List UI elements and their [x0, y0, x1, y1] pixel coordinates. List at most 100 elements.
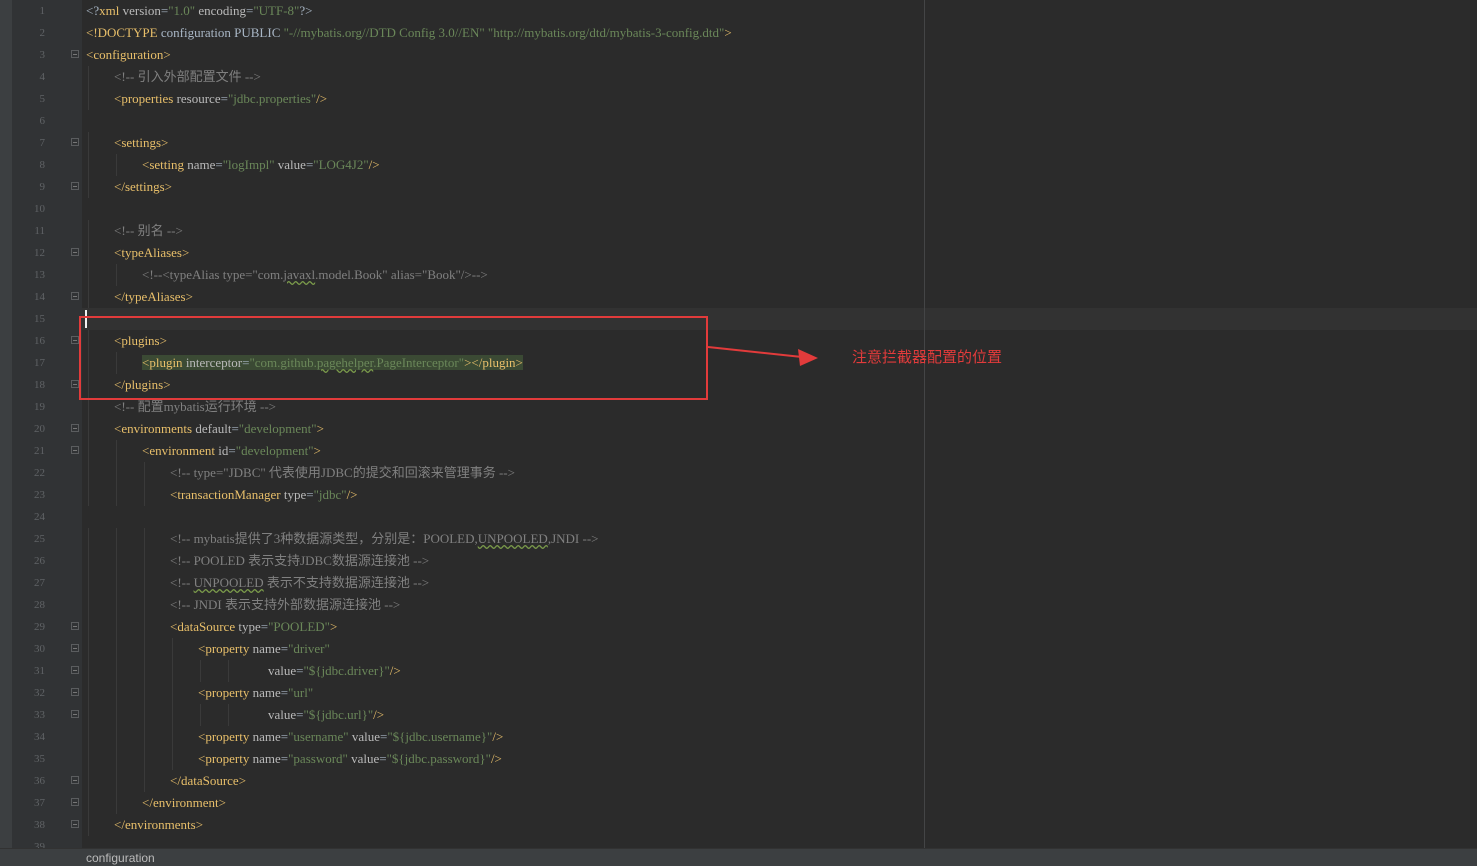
fold-toggle-icon[interactable] — [71, 292, 79, 300]
fold-toggle-icon[interactable] — [71, 644, 79, 652]
code-line[interactable]: 36 </dataSource> — [0, 770, 1477, 792]
fold-toggle-icon[interactable] — [71, 798, 79, 806]
code-line[interactable]: 20 <environments default="development"> — [0, 418, 1477, 440]
code-text[interactable]: value="${jdbc.driver}"/> — [268, 660, 401, 682]
code-text[interactable]: <property name="driver" — [198, 638, 330, 660]
code-line[interactable]: 21 <environment id="development"> — [0, 440, 1477, 462]
code-text[interactable]: <configuration> — [86, 44, 171, 66]
fold-toggle-icon[interactable] — [71, 138, 79, 146]
code-line[interactable]: 13 <!--<typeAlias type="com.javaxl.model.… — [0, 264, 1477, 286]
code-line[interactable]: 7 <settings> — [0, 132, 1477, 154]
code-line[interactable]: 2 <!DOCTYPE configuration PUBLIC "-//myba… — [0, 22, 1477, 44]
code-text[interactable]: <!DOCTYPE configuration PUBLIC "-//mybat… — [86, 22, 732, 44]
code-text[interactable]: <setting name="logImpl" value="LOG4J2"/> — [142, 154, 380, 176]
code-text[interactable]: <!-- 引入外部配置文件 --> — [114, 66, 261, 88]
fold-toggle-icon[interactable] — [71, 424, 79, 432]
fold-toggle-icon[interactable] — [71, 248, 79, 256]
code-text[interactable]: <property name="password" value="${jdbc.… — [198, 748, 502, 770]
code-line[interactable]: 32 <property name="url" — [0, 682, 1477, 704]
code-text[interactable]: <!-- UNPOOLED 表示不支持数据源连接池 --> — [170, 572, 429, 594]
code-text[interactable]: <!-- 别名 --> — [114, 220, 183, 242]
fold-toggle-icon[interactable] — [71, 336, 79, 344]
token: <typeAliases> — [114, 245, 190, 260]
token: configuration PUBLIC — [160, 25, 284, 40]
code-line[interactable]: 5 <properties resource="jdbc.properties"/… — [0, 88, 1477, 110]
code-text[interactable]: <transactionManager type="jdbc"/> — [170, 484, 358, 506]
code-line[interactable]: 35 <property name="password" value="${jdb… — [0, 748, 1477, 770]
line-number: 38 — [34, 819, 45, 831]
code-line[interactable]: 30 <property name="driver" — [0, 638, 1477, 660]
code-line[interactable]: 38 </environments> — [0, 814, 1477, 836]
fold-toggle-icon[interactable] — [71, 50, 79, 58]
code-text[interactable]: <!-- JNDI 表示支持外部数据源连接池 --> — [170, 594, 400, 616]
code-lines[interactable]: 1 <?xml version="1.0" encoding="UTF-8"?> 2… — [0, 0, 1477, 848]
code-text[interactable]: <!-- mybatis提供了3种数据源类型，分别是：POOLED,UNPOOL… — [170, 528, 598, 550]
line-number: 10 — [34, 203, 45, 215]
code-line[interactable]: 4 <!-- 引入外部配置文件 --> — [0, 66, 1477, 88]
code-line[interactable]: 9 </settings> — [0, 176, 1477, 198]
code-line[interactable]: 11 <!-- 别名 --> — [0, 220, 1477, 242]
code-line[interactable]: 22 <!-- type="JDBC" 代表使用JDBC的提交和回滚来管理事务 -… — [0, 462, 1477, 484]
code-text[interactable]: <settings> — [114, 132, 168, 154]
indent-guide — [144, 528, 145, 550]
code-line[interactable]: 31 value="${jdbc.driver}"/> — [0, 660, 1477, 682]
token: "LOG4J2" — [313, 157, 369, 172]
code-text[interactable]: <environments default="development"> — [114, 418, 324, 440]
code-text[interactable]: <!-- POOLED 表示支持JDBC数据源连接池 --> — [170, 550, 429, 572]
code-line[interactable]: 6 — [0, 110, 1477, 132]
code-text[interactable]: </typeAliases> — [114, 286, 193, 308]
code-text[interactable]: <dataSource type="POOLED"> — [170, 616, 337, 638]
code-line[interactable]: 24 — [0, 506, 1477, 528]
code-text[interactable]: <?xml version="1.0" encoding="UTF-8"?> — [86, 0, 312, 22]
indent-guide — [116, 594, 117, 616]
code-line[interactable]: 14 </typeAliases> — [0, 286, 1477, 308]
token: <properties — [114, 91, 177, 106]
code-text[interactable]: </dataSource> — [170, 770, 246, 792]
code-text[interactable]: <environment id="development"> — [142, 440, 321, 462]
fold-toggle-icon[interactable] — [71, 710, 79, 718]
code-line[interactable]: 8 <setting name="logImpl" value="LOG4J2"/… — [0, 154, 1477, 176]
fold-toggle-icon[interactable] — [71, 666, 79, 674]
line-number: 25 — [34, 533, 45, 545]
code-text[interactable]: <properties resource="jdbc.properties"/> — [114, 88, 327, 110]
code-line[interactable]: 27 <!-- UNPOOLED 表示不支持数据源连接池 --> — [0, 572, 1477, 594]
fold-toggle-icon[interactable] — [71, 622, 79, 630]
code-text[interactable]: <typeAliases> — [114, 242, 189, 264]
fold-toggle-icon[interactable] — [71, 776, 79, 784]
fold-toggle-icon[interactable] — [71, 446, 79, 454]
fold-toggle-icon[interactable] — [71, 688, 79, 696]
code-editor[interactable]: 1 <?xml version="1.0" encoding="UTF-8"?> 2… — [0, 0, 1477, 848]
fold-toggle-icon[interactable] — [71, 820, 79, 828]
code-line[interactable]: 10 — [0, 198, 1477, 220]
code-line[interactable]: 3 <configuration> — [0, 44, 1477, 66]
breadcrumb-item-configuration[interactable]: configuration — [86, 851, 155, 865]
code-text[interactable]: </environment> — [142, 792, 226, 814]
code-text[interactable]: </environments> — [114, 814, 203, 836]
line-number: 7 — [39, 137, 46, 149]
code-text[interactable]: <property name="url" — [198, 682, 313, 704]
code-line[interactable]: 37 </environment> — [0, 792, 1477, 814]
token: "jdbc" — [313, 487, 347, 502]
code-line[interactable]: 33 value="${jdbc.url}"/> — [0, 704, 1477, 726]
code-line[interactable]: 29 <dataSource type="POOLED"> — [0, 616, 1477, 638]
code-text[interactable]: value="${jdbc.url}"/> — [268, 704, 384, 726]
fold-toggle-icon[interactable] — [71, 380, 79, 388]
code-text[interactable]: <!-- type="JDBC" 代表使用JDBC的提交和回滚来管理事务 --> — [170, 462, 515, 484]
code-line[interactable]: 26 <!-- POOLED 表示支持JDBC数据源连接池 --> — [0, 550, 1477, 572]
token: default — [195, 421, 232, 436]
indent-guide — [200, 660, 201, 682]
code-line[interactable]: 12 <typeAliases> — [0, 242, 1477, 264]
code-line[interactable]: 28 <!-- JNDI 表示支持外部数据源连接池 --> — [0, 594, 1477, 616]
code-line[interactable]: 39 — [0, 836, 1477, 848]
indent-guide — [88, 594, 89, 616]
code-text[interactable]: <property name="username" value="${jdbc.… — [198, 726, 503, 748]
fold-toggle-icon[interactable] — [71, 182, 79, 190]
code-line[interactable]: 25 <!-- mybatis提供了3种数据源类型，分别是：POOLED,UNPO… — [0, 528, 1477, 550]
indent-guide — [200, 704, 201, 726]
code-text[interactable]: </settings> — [114, 176, 172, 198]
code-text[interactable]: <!--<typeAlias type="com.javaxl.model.Bo… — [142, 264, 488, 286]
indent-guide — [116, 638, 117, 660]
code-line[interactable]: 34 <property name="username" value="${jdb… — [0, 726, 1477, 748]
code-line[interactable]: 1 <?xml version="1.0" encoding="UTF-8"?> — [0, 0, 1477, 22]
code-line[interactable]: 23 <transactionManager type="jdbc"/> — [0, 484, 1477, 506]
